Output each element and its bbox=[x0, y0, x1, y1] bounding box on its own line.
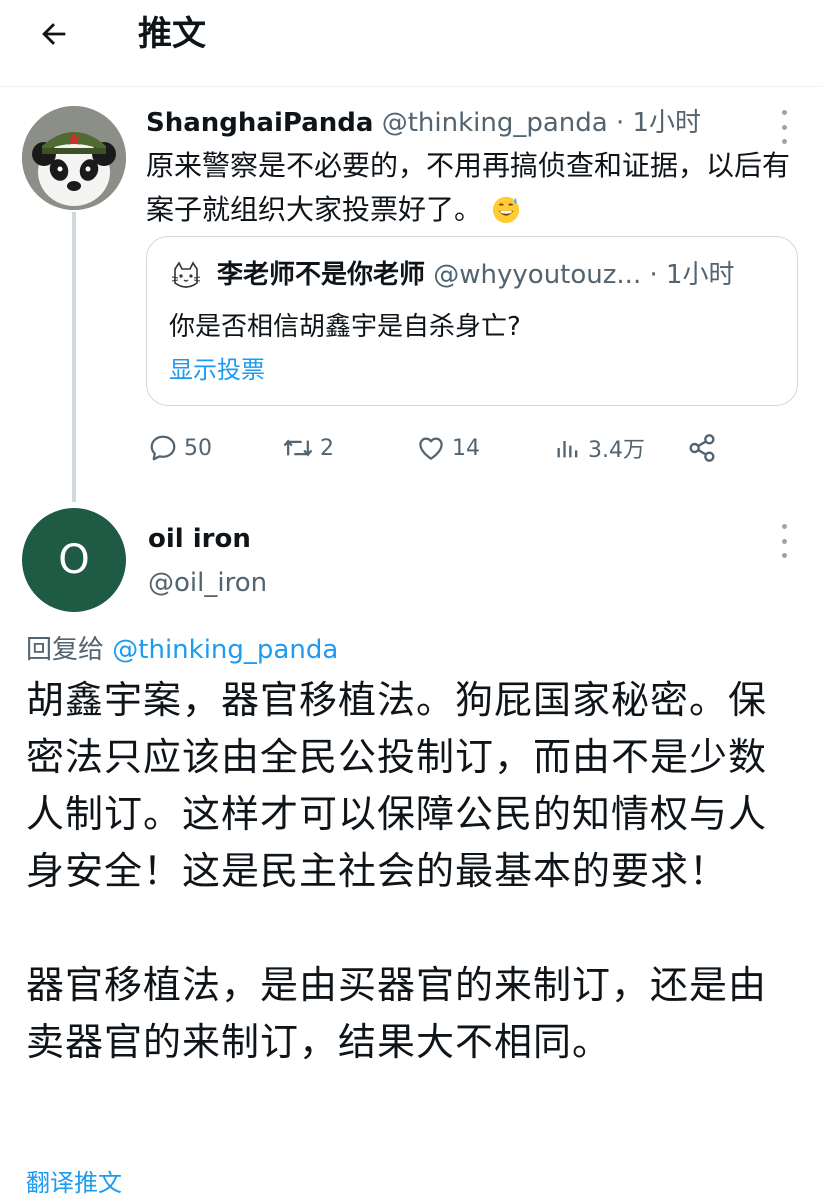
comment-icon bbox=[150, 435, 176, 461]
view-count: 3.4万 bbox=[588, 438, 645, 463]
reply-more-options-button[interactable] bbox=[774, 524, 794, 558]
panda-avatar-icon bbox=[22, 106, 126, 210]
share-icon bbox=[689, 434, 715, 462]
quoted-tweet-text: 你是否相信胡鑫宇是自杀身亡? bbox=[169, 312, 521, 342]
avatar[interactable] bbox=[22, 106, 126, 210]
retweet-button[interactable]: 2 bbox=[282, 428, 334, 468]
display-name[interactable]: ShanghaiPanda bbox=[146, 108, 373, 138]
quoted-tweet-header: 李老师不是你老师 @whyyoutouz... · 1小时 bbox=[217, 255, 735, 295]
replying-to-label: 回复给 bbox=[26, 635, 105, 665]
quoted-user-handle: @whyyoutouz... bbox=[433, 260, 642, 290]
dot-icon bbox=[781, 524, 787, 529]
page-title: 推文 bbox=[138, 14, 206, 54]
tweet-header: ShanghaiPanda @thinking_panda · 1小时 bbox=[146, 104, 701, 142]
like-count: 14 bbox=[452, 435, 480, 461]
dot-icon bbox=[781, 124, 787, 130]
more-options-button[interactable] bbox=[774, 110, 794, 144]
replying-to-handle-link[interactable]: @thinking_panda bbox=[112, 635, 338, 665]
show-poll-link[interactable]: 显示投票 bbox=[169, 351, 265, 389]
reply-button[interactable]: 50 bbox=[148, 428, 212, 468]
quoted-display-name: 李老师不是你老师 bbox=[217, 260, 426, 290]
reply-text: 胡鑫宇案，器官移植法。狗屁国家秘密。保密法只应该由全民公投制订，而由不是少数人制… bbox=[26, 672, 796, 1071]
cat-avatar-icon bbox=[169, 259, 203, 293]
views-button[interactable]: 3.4万 bbox=[554, 428, 645, 468]
heart-icon bbox=[419, 437, 443, 460]
grinning-sweat-emoji-icon bbox=[492, 196, 520, 224]
user-handle[interactable]: @thinking_panda bbox=[382, 108, 608, 138]
quoted-tweet-time: · 1小时 bbox=[649, 260, 735, 290]
reply-display-name[interactable]: oil iron bbox=[148, 520, 251, 558]
tweet-text-content: 原来警察是不必要的，不用再搞侦查和证据，以后有案子就组织大家投票好了。 bbox=[146, 149, 791, 226]
reply-count: 50 bbox=[184, 435, 212, 461]
thread-connector-line bbox=[72, 212, 76, 502]
arrow-left-icon bbox=[42, 23, 66, 45]
reply-paragraph: 胡鑫宇案，器官移植法。狗屁国家秘密。保密法只应该由全民公投制订，而由不是少数人制… bbox=[26, 678, 768, 893]
back-button[interactable] bbox=[34, 14, 74, 54]
avatar-letter: O bbox=[58, 537, 90, 583]
share-button[interactable] bbox=[686, 428, 718, 468]
tweet-detail-page: 推文 ShanghaiPanda @thinking_panda · 1小时 原… bbox=[0, 0, 822, 1200]
dot-icon bbox=[781, 110, 787, 115]
translate-tweet-link[interactable]: 翻译推文 bbox=[26, 1166, 122, 1200]
top-bar: 推文 bbox=[0, 0, 822, 87]
like-button[interactable]: 14 bbox=[416, 428, 480, 468]
reply-paragraph: 器官移植法，是由买器官的来制订，还是由卖器官的来制订，结果大不相同。 bbox=[26, 963, 768, 1064]
tweet-text: 原来警察是不必要的，不用再搞侦查和证据，以后有案子就组织大家投票好了。 bbox=[146, 144, 796, 232]
retweet-icon bbox=[283, 439, 313, 457]
dot-icon bbox=[781, 553, 787, 558]
reply-user-handle[interactable]: @oil_iron bbox=[148, 564, 267, 602]
reply-avatar[interactable]: O bbox=[22, 508, 126, 612]
analytics-icon bbox=[557, 441, 578, 458]
replying-to-line: 回复给 @thinking_panda bbox=[26, 630, 338, 670]
quoted-tweet-card[interactable]: 李老师不是你老师 @whyyoutouz... · 1小时 你是否相信胡鑫宇是自… bbox=[146, 236, 798, 406]
dot-icon bbox=[781, 538, 787, 544]
tweet-time[interactable]: · 1小时 bbox=[616, 108, 701, 138]
retweet-count: 2 bbox=[320, 435, 334, 461]
